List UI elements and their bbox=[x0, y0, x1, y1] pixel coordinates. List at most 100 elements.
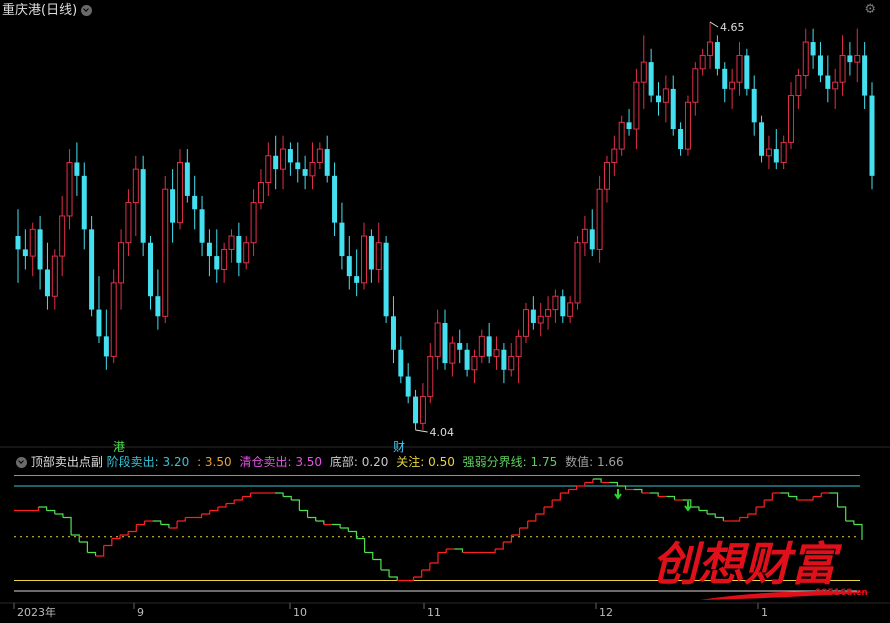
indicator-segment bbox=[356, 537, 366, 553]
candle bbox=[148, 242, 154, 297]
indicator-segment bbox=[568, 486, 578, 491]
indicator-segment bbox=[845, 520, 855, 525]
indicator-value-item: 阶段卖出: 3.20 bbox=[106, 455, 190, 469]
indicator-segment bbox=[633, 488, 643, 493]
candle bbox=[243, 242, 250, 264]
indicator-segment bbox=[788, 495, 798, 500]
indicator-segment bbox=[364, 551, 374, 560]
candle bbox=[780, 141, 787, 163]
candle bbox=[581, 228, 588, 244]
candle bbox=[44, 269, 50, 297]
indicator-segment bbox=[413, 570, 423, 578]
indicator-segment bbox=[780, 492, 790, 497]
indicator-segment bbox=[421, 563, 431, 571]
candle bbox=[81, 175, 87, 230]
candle bbox=[545, 309, 552, 317]
indicator-segment bbox=[429, 552, 439, 564]
candle bbox=[744, 55, 750, 89]
candle bbox=[810, 42, 816, 56]
indicator-segment bbox=[707, 513, 716, 518]
candle bbox=[537, 315, 544, 324]
candle bbox=[699, 54, 706, 70]
indicator-segment bbox=[804, 496, 814, 501]
indicator-segment bbox=[405, 577, 415, 582]
candle bbox=[192, 195, 198, 210]
candle bbox=[684, 101, 691, 150]
candle bbox=[839, 54, 846, 83]
chart-title-bar: 重庆港(日线) bbox=[2, 0, 93, 18]
indicator-segment bbox=[103, 538, 113, 547]
candle bbox=[295, 162, 301, 170]
candle bbox=[287, 149, 293, 163]
indicator-segment bbox=[527, 514, 537, 522]
indicator-segment bbox=[307, 516, 317, 521]
candle bbox=[339, 222, 345, 257]
indicator-segment bbox=[503, 535, 512, 543]
stock-chart[interactable]: 4.65 4.04 港 财创想财富 995168.cn 2023年 9 10 11 12 1 重庆港… bbox=[0, 0, 890, 619]
candle bbox=[155, 296, 161, 317]
indicator-segment bbox=[177, 517, 186, 522]
candle bbox=[449, 342, 456, 364]
candle bbox=[419, 396, 426, 424]
candle bbox=[464, 349, 470, 370]
indicator-name: 顶部卖出点副 bbox=[30, 455, 103, 469]
x-tick-label: 2023年 bbox=[17, 605, 56, 619]
indicator-segment bbox=[160, 523, 170, 528]
candle bbox=[501, 349, 507, 370]
indicator-segment bbox=[242, 493, 252, 498]
indicator-segment bbox=[454, 548, 464, 553]
candle bbox=[103, 336, 109, 357]
indicator-segment bbox=[552, 493, 561, 501]
candle bbox=[66, 161, 73, 217]
candle bbox=[862, 55, 868, 96]
candle bbox=[493, 349, 500, 357]
candle bbox=[390, 316, 396, 350]
candle bbox=[589, 229, 595, 250]
candle bbox=[273, 155, 279, 170]
candle bbox=[332, 175, 338, 223]
indicator-segment bbox=[519, 521, 529, 529]
indicator-values: 阶段卖出: 3.20 : 3.50 清仓卖出: 3.50 底部: 0.20 关注… bbox=[107, 455, 628, 469]
candle bbox=[265, 155, 272, 184]
indicator-segment bbox=[38, 506, 48, 511]
candle bbox=[825, 75, 831, 89]
indicator-segment bbox=[495, 542, 504, 550]
candle bbox=[847, 55, 853, 63]
high-marker-label: 4.65 bbox=[720, 21, 745, 34]
candle bbox=[633, 81, 640, 130]
indicator-value-item: 关注: 0.50 bbox=[392, 455, 455, 469]
candles-layer bbox=[15, 22, 875, 430]
indicator-segment bbox=[87, 551, 97, 556]
indicator-segment bbox=[168, 521, 178, 529]
chart-svg[interactable]: 4.65 4.04 港 财创想财富995168.cn 2023年 9 10 11 12 1 bbox=[0, 0, 890, 619]
candle bbox=[773, 149, 779, 163]
indicator-segment bbox=[739, 514, 749, 519]
x-tick-label: 11 bbox=[427, 606, 441, 619]
indicator-value-item: 数值: 1.66 bbox=[561, 455, 624, 469]
candle bbox=[214, 256, 220, 270]
indicator-segment bbox=[30, 507, 40, 512]
candle bbox=[567, 302, 574, 317]
candle bbox=[478, 335, 485, 357]
chevron-down-icon[interactable] bbox=[16, 457, 27, 468]
indicator-segment bbox=[853, 523, 863, 540]
candle bbox=[346, 256, 352, 277]
candle bbox=[486, 336, 492, 357]
badge-cai: 财 bbox=[393, 440, 405, 454]
candle bbox=[574, 242, 581, 304]
candle bbox=[640, 61, 647, 83]
indicator-segment bbox=[389, 576, 398, 581]
indicator-value-item: 清仓卖出: 3.50 bbox=[235, 455, 323, 469]
x-tick-label: 1 bbox=[761, 606, 768, 619]
chevron-down-icon[interactable] bbox=[81, 5, 93, 16]
low-marker-arrow bbox=[415, 429, 428, 433]
candle bbox=[670, 88, 676, 130]
candle bbox=[74, 162, 80, 176]
indicator-segment bbox=[283, 495, 292, 500]
gear-icon[interactable]: ⚙ bbox=[864, 2, 876, 17]
indicator-segment bbox=[234, 496, 243, 501]
candle bbox=[236, 236, 242, 263]
indicator-segment bbox=[274, 492, 284, 497]
candle bbox=[228, 235, 235, 250]
candle bbox=[854, 54, 861, 63]
